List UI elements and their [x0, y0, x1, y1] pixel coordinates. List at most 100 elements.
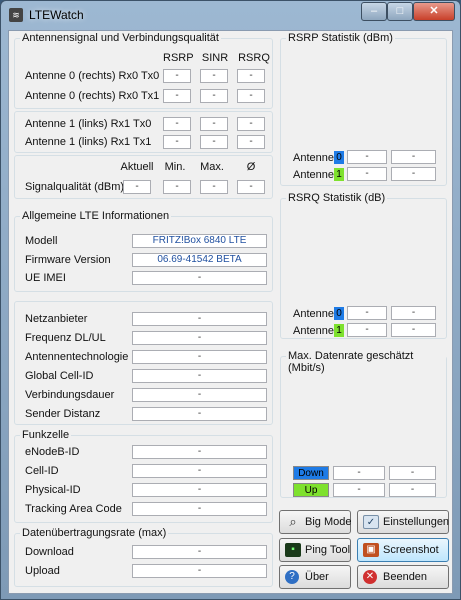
network-value: - [132, 388, 267, 402]
cell-label: Tracking Area Code [25, 503, 122, 515]
group-title-cell: Funkzelle [20, 429, 72, 441]
rsrq-value: - [237, 117, 265, 131]
rsrq-value: - [237, 69, 265, 83]
rsrq-antenna-label: Antenne [293, 308, 334, 320]
down-rate-value: - [389, 466, 436, 480]
cell-label: eNodeB-ID [25, 446, 80, 458]
rsrq-stat-value: - [391, 323, 436, 337]
up-rate-value: - [389, 483, 436, 497]
maximize-button[interactable]: □ [387, 2, 413, 21]
exit-label: Beenden [383, 571, 428, 583]
antenna-row-label: Antenne 0 (rechts) Rx0 Tx0 [25, 70, 160, 82]
rsrp-antenna0-color: 0 [334, 151, 344, 164]
rsrq-antenna1-color: 1 [334, 324, 344, 337]
rsrp-value: - [163, 69, 191, 83]
sinr-value: - [200, 135, 228, 149]
rate-value-upload: - [132, 564, 267, 578]
network-label: Verbindungsdauer [25, 389, 115, 401]
max-datarate-group: Max. Datenrate geschätzt (Mbit/s) Down -… [280, 350, 447, 498]
settings-label: Einstellungen [383, 516, 450, 528]
group-title-max-datarate: Max. Datenrate geschätzt (Mbit/s) [286, 350, 446, 374]
rate-label-download: Download [25, 546, 74, 558]
big-mode-button[interactable]: ⌕ Big Mode [279, 510, 351, 534]
lte-info-group: Allgemeine LTE Informationen Modell FRIT… [14, 210, 273, 292]
rsrp-antenna-label: Antenne [293, 152, 334, 164]
client-area: Antennensignal und Verbindungsqualität R… [8, 30, 453, 594]
rsrp-value: - [163, 135, 191, 149]
network-value: - [132, 350, 267, 364]
antenna-signal-group: Antennensignal und Verbindungsqualität R… [14, 32, 273, 109]
antenna-row-label: Antenne 1 (links) Rx1 Tx1 [25, 136, 152, 148]
about-button[interactable]: ? Über [279, 565, 351, 589]
legend-up: Up [293, 483, 329, 497]
antenna1-group: Antenne 1 (links) Rx1 Tx0 - - - Antenne … [14, 111, 273, 153]
ping-tool-button[interactable]: ▪ Ping Tool [279, 538, 351, 562]
rsrp-stat-value: - [391, 150, 436, 164]
sinr-value: - [200, 117, 228, 131]
help-icon: ? [285, 570, 299, 584]
network-label: Frequenz DL/UL [25, 332, 106, 344]
antenna-row-label: Antenne 1 (links) Rx1 Tx0 [25, 118, 152, 130]
sinr-value: - [200, 89, 228, 103]
datarate-group: Datenübertragungsrate (max) Download - U… [14, 527, 273, 587]
info-value-firmware: 06.69-41542 BETA [132, 253, 267, 267]
network-group: Netzanbieter - Frequenz DL/UL - Antennen… [14, 301, 273, 425]
about-label: Über [305, 571, 329, 583]
rsrp-stat-value: - [347, 167, 387, 181]
magnifier-icon: ⌕ [289, 514, 297, 529]
rsrq-value: - [237, 89, 265, 103]
rsrp-antenna1-color: 1 [334, 168, 344, 181]
rsrp-value: - [163, 117, 191, 131]
screenshot-button[interactable]: ▣ Screenshot [357, 538, 449, 562]
info-label-model: Modell [25, 235, 58, 247]
rsrq-stat-value: - [391, 306, 436, 320]
app-icon: ≋ [9, 8, 23, 22]
network-value: - [132, 407, 267, 421]
window-title: LTEWatch [29, 8, 84, 22]
cell-value: - [132, 445, 267, 459]
rsrp-stat-value: - [347, 150, 387, 164]
info-value-imei: - [132, 271, 267, 285]
header-min: Min. [164, 161, 186, 173]
rsrp-antenna-label: Antenne [293, 169, 334, 181]
rsrq-antenna-label: Antenne [293, 325, 334, 337]
app-window: ≋ LTEWatch – □ ✕ Antennensignal und Verb… [0, 0, 461, 600]
rsrq-stat-value: - [347, 306, 387, 320]
header-rsrq: RSRQ [238, 52, 270, 64]
up-rate-value: - [333, 483, 385, 497]
quality-current-value: - [123, 180, 151, 194]
settings-button[interactable]: ✓ Einstellungen [357, 510, 449, 534]
info-label-firmware: Firmware Version [25, 254, 111, 266]
group-title-rsrp-stats: RSRP Statistik (dBm) [286, 32, 395, 44]
cell-group: Funkzelle eNodeB-ID - Cell-ID - Physical… [14, 429, 273, 523]
close-button[interactable]: ✕ [413, 2, 455, 21]
header-current: Aktuell [120, 161, 154, 173]
info-label-imei: UE IMEI [25, 272, 66, 284]
group-title-rsrq-stats: RSRQ Statistik (dB) [286, 192, 388, 204]
down-rate-value: - [333, 466, 385, 480]
header-sinr: SINR [201, 52, 229, 64]
quality-avg-value: - [237, 180, 265, 194]
legend-down: Down [293, 466, 329, 480]
network-label: Global Cell-ID [25, 370, 94, 382]
rsrq-antenna0-color: 0 [334, 307, 344, 320]
title-bar[interactable]: ≋ LTEWatch – □ ✕ [1, 1, 460, 29]
exit-icon: ✕ [363, 570, 377, 584]
quality-min-value: - [163, 180, 191, 194]
group-title-datarate: Datenübertragungsrate (max) [20, 527, 169, 539]
signal-quality-group: Aktuell Min. Max. Ø Signalqualität (dBm)… [14, 155, 273, 199]
minimize-button[interactable]: – [361, 2, 387, 21]
rate-label-upload: Upload [25, 565, 60, 577]
rsrp-stat-value: - [391, 167, 436, 181]
cell-value: - [132, 483, 267, 497]
header-rsrp: RSRP [163, 52, 194, 64]
settings-icon: ✓ [363, 515, 379, 529]
header-max: Max. [200, 161, 224, 173]
cell-value: - [132, 464, 267, 478]
group-title-antenna-signal: Antennensignal und Verbindungsqualität [20, 32, 221, 44]
exit-button[interactable]: ✕ Beenden [357, 565, 449, 589]
network-label: Netzanbieter [25, 313, 88, 325]
info-value-model: FRITZ!Box 6840 LTE [132, 234, 267, 248]
cell-label: Physical-ID [25, 484, 81, 496]
network-label: Sender Distanz [25, 408, 101, 420]
